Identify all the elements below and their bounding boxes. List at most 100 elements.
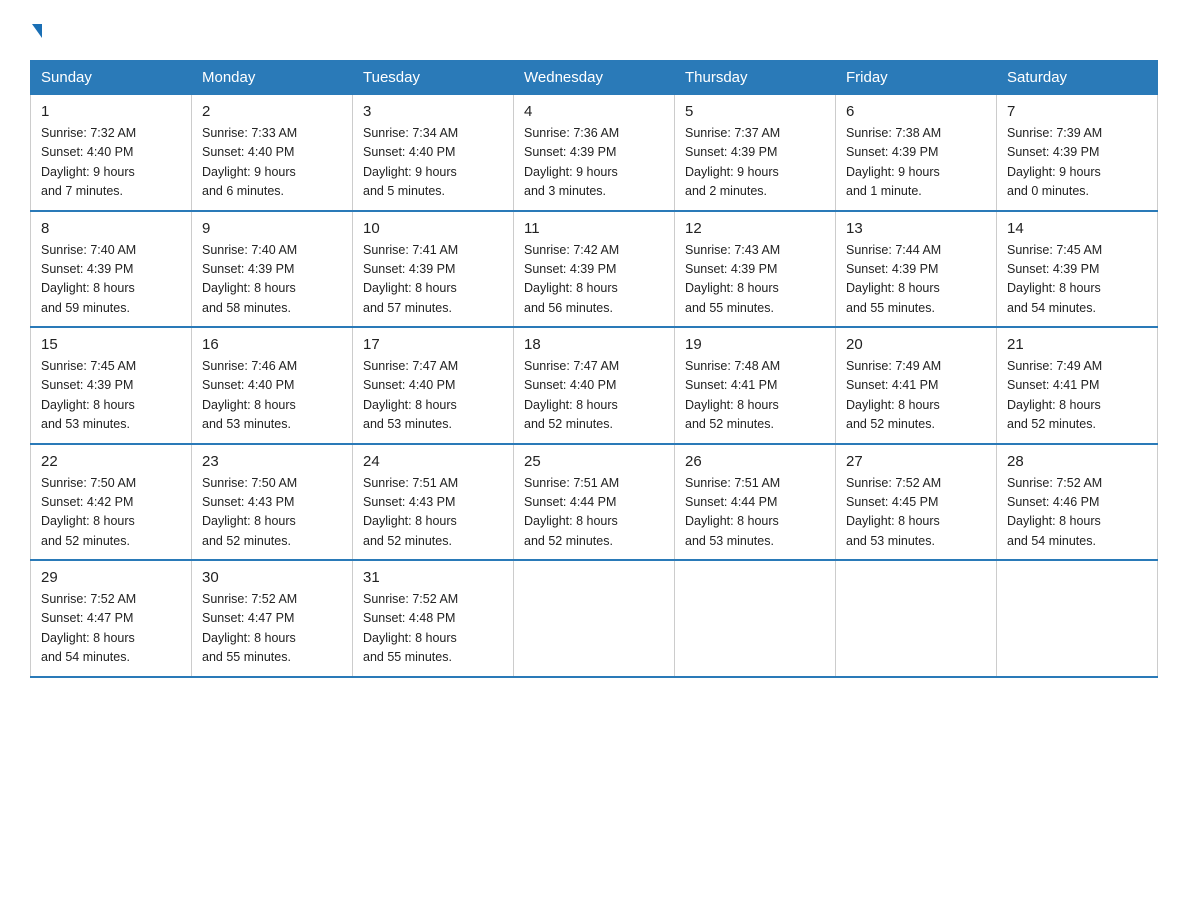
day-cell: 2 Sunrise: 7:33 AM Sunset: 4:40 PM Dayli… (192, 95, 353, 211)
header-saturday: Saturday (997, 61, 1158, 95)
day-info: Sunrise: 7:41 AM Sunset: 4:39 PM Dayligh… (363, 241, 503, 319)
day-info: Sunrise: 7:50 AM Sunset: 4:42 PM Dayligh… (41, 474, 181, 552)
day-info: Sunrise: 7:40 AM Sunset: 4:39 PM Dayligh… (202, 241, 342, 319)
week-row-4: 22 Sunrise: 7:50 AM Sunset: 4:42 PM Dayl… (31, 444, 1158, 561)
day-number: 3 (363, 103, 503, 120)
day-info: Sunrise: 7:32 AM Sunset: 4:40 PM Dayligh… (41, 124, 181, 202)
calendar-body: 1 Sunrise: 7:32 AM Sunset: 4:40 PM Dayli… (31, 95, 1158, 677)
day-cell: 11 Sunrise: 7:42 AM Sunset: 4:39 PM Dayl… (514, 211, 675, 328)
day-info: Sunrise: 7:46 AM Sunset: 4:40 PM Dayligh… (202, 357, 342, 435)
day-cell: 4 Sunrise: 7:36 AM Sunset: 4:39 PM Dayli… (514, 95, 675, 211)
day-info: Sunrise: 7:51 AM Sunset: 4:44 PM Dayligh… (524, 474, 664, 552)
page-header (30, 20, 1158, 42)
day-number: 25 (524, 453, 664, 470)
day-cell: 29 Sunrise: 7:52 AM Sunset: 4:47 PM Dayl… (31, 560, 192, 677)
day-number: 14 (1007, 220, 1147, 237)
day-cell: 22 Sunrise: 7:50 AM Sunset: 4:42 PM Dayl… (31, 444, 192, 561)
day-cell (675, 560, 836, 677)
day-info: Sunrise: 7:36 AM Sunset: 4:39 PM Dayligh… (524, 124, 664, 202)
day-info: Sunrise: 7:51 AM Sunset: 4:44 PM Dayligh… (685, 474, 825, 552)
header-monday: Monday (192, 61, 353, 95)
calendar-table: SundayMondayTuesdayWednesdayThursdayFrid… (30, 60, 1158, 678)
day-cell: 31 Sunrise: 7:52 AM Sunset: 4:48 PM Dayl… (353, 560, 514, 677)
day-cell: 28 Sunrise: 7:52 AM Sunset: 4:46 PM Dayl… (997, 444, 1158, 561)
day-info: Sunrise: 7:38 AM Sunset: 4:39 PM Dayligh… (846, 124, 986, 202)
day-info: Sunrise: 7:45 AM Sunset: 4:39 PM Dayligh… (41, 357, 181, 435)
day-number: 23 (202, 453, 342, 470)
day-number: 16 (202, 336, 342, 353)
header-wednesday: Wednesday (514, 61, 675, 95)
day-cell: 7 Sunrise: 7:39 AM Sunset: 4:39 PM Dayli… (997, 95, 1158, 211)
day-info: Sunrise: 7:50 AM Sunset: 4:43 PM Dayligh… (202, 474, 342, 552)
day-info: Sunrise: 7:52 AM Sunset: 4:48 PM Dayligh… (363, 590, 503, 668)
week-row-5: 29 Sunrise: 7:52 AM Sunset: 4:47 PM Dayl… (31, 560, 1158, 677)
logo-triangle-icon (32, 24, 42, 38)
logo (30, 28, 42, 42)
day-cell: 9 Sunrise: 7:40 AM Sunset: 4:39 PM Dayli… (192, 211, 353, 328)
day-number: 24 (363, 453, 503, 470)
day-cell: 5 Sunrise: 7:37 AM Sunset: 4:39 PM Dayli… (675, 95, 836, 211)
day-number: 28 (1007, 453, 1147, 470)
day-number: 31 (363, 569, 503, 586)
day-number: 5 (685, 103, 825, 120)
day-number: 4 (524, 103, 664, 120)
day-number: 1 (41, 103, 181, 120)
day-number: 30 (202, 569, 342, 586)
day-cell: 1 Sunrise: 7:32 AM Sunset: 4:40 PM Dayli… (31, 95, 192, 211)
day-cell: 23 Sunrise: 7:50 AM Sunset: 4:43 PM Dayl… (192, 444, 353, 561)
day-cell: 10 Sunrise: 7:41 AM Sunset: 4:39 PM Dayl… (353, 211, 514, 328)
day-cell: 3 Sunrise: 7:34 AM Sunset: 4:40 PM Dayli… (353, 95, 514, 211)
day-number: 7 (1007, 103, 1147, 120)
day-cell (997, 560, 1158, 677)
day-cell: 20 Sunrise: 7:49 AM Sunset: 4:41 PM Dayl… (836, 327, 997, 444)
day-info: Sunrise: 7:40 AM Sunset: 4:39 PM Dayligh… (41, 241, 181, 319)
day-cell: 24 Sunrise: 7:51 AM Sunset: 4:43 PM Dayl… (353, 444, 514, 561)
day-info: Sunrise: 7:52 AM Sunset: 4:47 PM Dayligh… (202, 590, 342, 668)
day-number: 26 (685, 453, 825, 470)
day-info: Sunrise: 7:34 AM Sunset: 4:40 PM Dayligh… (363, 124, 503, 202)
day-cell: 30 Sunrise: 7:52 AM Sunset: 4:47 PM Dayl… (192, 560, 353, 677)
day-cell: 26 Sunrise: 7:51 AM Sunset: 4:44 PM Dayl… (675, 444, 836, 561)
day-info: Sunrise: 7:51 AM Sunset: 4:43 PM Dayligh… (363, 474, 503, 552)
day-cell: 21 Sunrise: 7:49 AM Sunset: 4:41 PM Dayl… (997, 327, 1158, 444)
day-number: 15 (41, 336, 181, 353)
day-info: Sunrise: 7:44 AM Sunset: 4:39 PM Dayligh… (846, 241, 986, 319)
header-row: SundayMondayTuesdayWednesdayThursdayFrid… (31, 61, 1158, 95)
day-info: Sunrise: 7:42 AM Sunset: 4:39 PM Dayligh… (524, 241, 664, 319)
day-number: 13 (846, 220, 986, 237)
day-info: Sunrise: 7:52 AM Sunset: 4:46 PM Dayligh… (1007, 474, 1147, 552)
day-number: 18 (524, 336, 664, 353)
day-number: 10 (363, 220, 503, 237)
day-cell: 16 Sunrise: 7:46 AM Sunset: 4:40 PM Dayl… (192, 327, 353, 444)
day-number: 27 (846, 453, 986, 470)
day-cell (836, 560, 997, 677)
day-number: 20 (846, 336, 986, 353)
day-info: Sunrise: 7:37 AM Sunset: 4:39 PM Dayligh… (685, 124, 825, 202)
day-number: 6 (846, 103, 986, 120)
day-number: 22 (41, 453, 181, 470)
day-cell: 25 Sunrise: 7:51 AM Sunset: 4:44 PM Dayl… (514, 444, 675, 561)
day-number: 19 (685, 336, 825, 353)
day-number: 17 (363, 336, 503, 353)
day-info: Sunrise: 7:47 AM Sunset: 4:40 PM Dayligh… (363, 357, 503, 435)
day-cell (514, 560, 675, 677)
header-tuesday: Tuesday (353, 61, 514, 95)
day-number: 12 (685, 220, 825, 237)
day-number: 21 (1007, 336, 1147, 353)
day-cell: 8 Sunrise: 7:40 AM Sunset: 4:39 PM Dayli… (31, 211, 192, 328)
day-info: Sunrise: 7:43 AM Sunset: 4:39 PM Dayligh… (685, 241, 825, 319)
day-number: 8 (41, 220, 181, 237)
day-info: Sunrise: 7:49 AM Sunset: 4:41 PM Dayligh… (1007, 357, 1147, 435)
week-row-2: 8 Sunrise: 7:40 AM Sunset: 4:39 PM Dayli… (31, 211, 1158, 328)
header-thursday: Thursday (675, 61, 836, 95)
week-row-3: 15 Sunrise: 7:45 AM Sunset: 4:39 PM Dayl… (31, 327, 1158, 444)
day-number: 11 (524, 220, 664, 237)
header-friday: Friday (836, 61, 997, 95)
header-sunday: Sunday (31, 61, 192, 95)
day-cell: 6 Sunrise: 7:38 AM Sunset: 4:39 PM Dayli… (836, 95, 997, 211)
day-cell: 18 Sunrise: 7:47 AM Sunset: 4:40 PM Dayl… (514, 327, 675, 444)
day-cell: 14 Sunrise: 7:45 AM Sunset: 4:39 PM Dayl… (997, 211, 1158, 328)
week-row-1: 1 Sunrise: 7:32 AM Sunset: 4:40 PM Dayli… (31, 95, 1158, 211)
day-info: Sunrise: 7:52 AM Sunset: 4:47 PM Dayligh… (41, 590, 181, 668)
day-cell: 17 Sunrise: 7:47 AM Sunset: 4:40 PM Dayl… (353, 327, 514, 444)
